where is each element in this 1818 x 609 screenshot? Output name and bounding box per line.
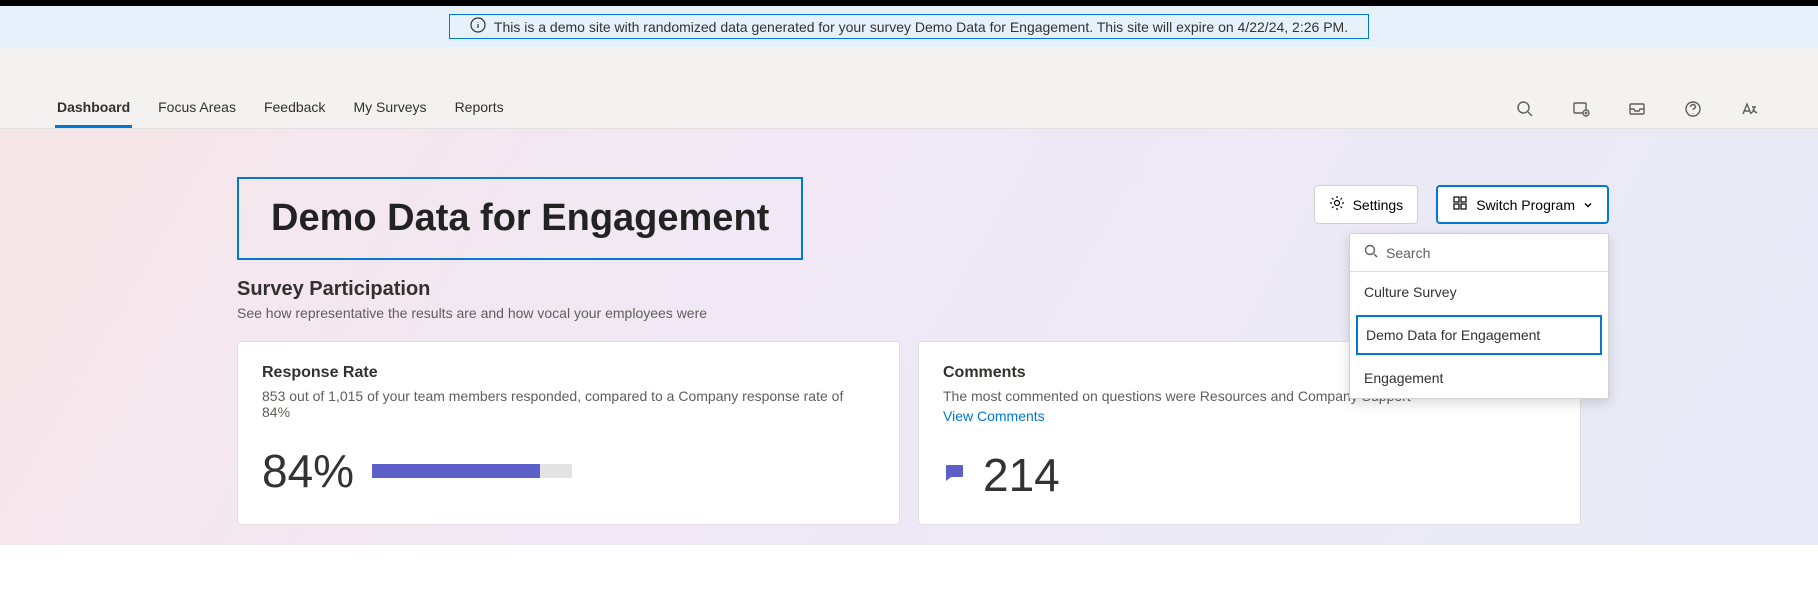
tab-dashboard[interactable]: Dashboard [55,89,132,128]
response-rate-desc: 853 out of 1,015 of your team members re… [262,388,875,420]
tab-my-surveys[interactable]: My Surveys [351,89,428,128]
dropdown-search-placeholder: Search [1386,245,1430,261]
dropdown-item-culture-survey[interactable]: Culture Survey [1350,272,1608,312]
switch-icon [1452,195,1468,214]
demo-banner: This is a demo site with randomized data… [0,6,1818,47]
comment-icon [943,462,965,489]
tab-focus-areas[interactable]: Focus Areas [156,89,238,128]
translate-icon[interactable] [1740,100,1758,118]
inbox-icon[interactable] [1628,100,1646,118]
hero-section: Demo Data for Engagement Settings Switch… [0,129,1818,545]
dropdown-item-engagement[interactable]: Engagement [1350,358,1608,398]
help-icon[interactable] [1684,100,1702,118]
chevron-down-icon [1583,197,1593,213]
add-tab-icon[interactable] [1572,100,1590,118]
nav-icons [1516,100,1758,118]
settings-label: Settings [1353,197,1404,213]
response-rate-title: Response Rate [262,364,875,382]
response-rate-value: 84% [262,444,354,498]
header-spacer [0,47,1818,89]
comments-value: 214 [983,448,1060,502]
tab-feedback[interactable]: Feedback [262,89,327,128]
switch-program-dropdown: Search Culture Survey Demo Data for Enga… [1349,233,1609,399]
dropdown-search[interactable]: Search [1350,234,1608,272]
switch-program-button[interactable]: Switch Program [1436,185,1609,224]
gear-icon [1329,195,1345,214]
view-comments-link[interactable]: View Comments [943,408,1556,424]
hero-actions: Settings Switch Program Search Cul [1314,185,1609,224]
info-icon [470,17,486,36]
demo-banner-text: This is a demo site with randomized data… [494,19,1348,35]
demo-banner-content: This is a demo site with randomized data… [449,14,1369,39]
page-title-box: Demo Data for Engagement [237,177,803,260]
tab-reports[interactable]: Reports [453,89,506,128]
switch-label: Switch Program [1476,197,1575,213]
search-icon [1364,244,1378,261]
response-rate-fill [372,464,540,478]
search-icon[interactable] [1516,100,1534,118]
response-rate-bar [372,464,572,478]
nav-tabs: Dashboard Focus Areas Feedback My Survey… [55,89,506,128]
response-rate-card: Response Rate 853 out of 1,015 of your t… [237,341,900,525]
settings-button[interactable]: Settings [1314,185,1419,224]
dropdown-item-demo-data[interactable]: Demo Data for Engagement [1356,315,1602,355]
page-title: Demo Data for Engagement [271,197,769,240]
nav-row: Dashboard Focus Areas Feedback My Survey… [0,89,1818,129]
